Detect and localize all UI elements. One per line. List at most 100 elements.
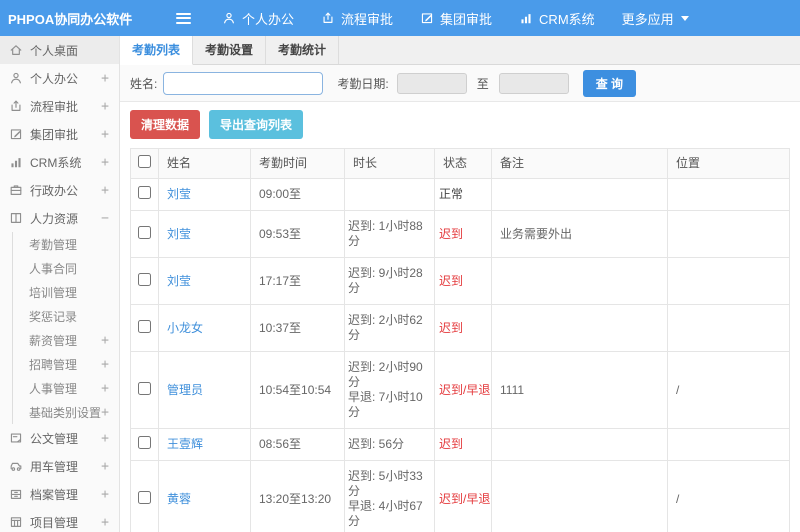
sidebar-item-human-resources[interactable]: 人力资源 −	[0, 204, 119, 232]
select-all-checkbox[interactable]	[138, 155, 151, 168]
nav-item-label: CRM系统	[539, 11, 595, 27]
row-checkbox[interactable]	[138, 319, 151, 333]
expand-toggle-icon[interactable]: +	[101, 183, 109, 198]
employee-name-link[interactable]: 刘莹	[167, 274, 191, 288]
sidebar-subitem-attendance-management[interactable]: 考勤管理	[13, 232, 119, 256]
sidebar-item-label: 个人办公	[30, 71, 79, 86]
sidebar-item-label: 公文管理	[30, 431, 79, 446]
sidebar-subitem-training-management[interactable]: 培训管理	[13, 280, 119, 304]
col-header-status: 状态	[434, 148, 492, 179]
expand-toggle-icon[interactable]: +	[101, 515, 109, 530]
nav-item-workflow-approval[interactable]: 流程审批	[321, 9, 393, 28]
expand-toggle-icon[interactable]: +	[101, 431, 109, 446]
nav-item-crm-system[interactable]: CRM系统	[519, 9, 595, 28]
cell-remark	[491, 428, 668, 461]
cell-attendance-time: 09:00至	[250, 178, 345, 211]
table-row: 黄蓉 13:20至13:20 迟到: 5小时33分 早退: 4小时67分 迟到/早退 /	[130, 460, 790, 532]
col-header-remark: 备注	[491, 148, 668, 179]
sidebar-item-group-approval[interactable]: 集团审批 +	[0, 120, 119, 148]
expand-toggle-icon[interactable]: +	[101, 357, 109, 372]
flow-icon	[9, 99, 23, 113]
cell-duration: 迟到: 2小时90分 早退: 7小时10分	[344, 351, 435, 429]
sidebar-item-workflow-approval[interactable]: 流程审批 +	[0, 92, 119, 120]
nav-item-more-apps[interactable]: 更多应用	[622, 9, 689, 28]
employee-name-link[interactable]: 管理员	[167, 383, 203, 397]
sidebar-item-project-management[interactable]: 项目管理 +	[0, 508, 119, 532]
user-icon	[9, 71, 23, 85]
name-filter-input[interactable]	[163, 71, 324, 95]
cell-remark	[491, 460, 668, 532]
date-from-input[interactable]	[396, 72, 467, 94]
cell-duration: 迟到: 9小时28分	[344, 257, 435, 305]
row-checkbox[interactable]	[138, 272, 151, 286]
sidebar-subitem-basic-category-settings[interactable]: 基础类别设置 +	[13, 400, 119, 424]
sidebar: 个人桌面 个人办公 + 流程审批 + 集团审批 + CRM系统 + 行政办公 + 人力资源 − 考勤管理…	[0, 36, 120, 532]
row-checkbox[interactable]	[138, 186, 151, 199]
sidebar-item-document-management[interactable]: 公文管理 +	[0, 424, 119, 452]
col-header-location: 位置	[667, 148, 790, 179]
sidebar-item-personal-office[interactable]: 个人办公 +	[0, 64, 119, 92]
sidebar-item-archive-management[interactable]: 档案管理 +	[0, 480, 119, 508]
sidebar-item-personal-desktop[interactable]: 个人桌面	[0, 36, 119, 64]
row-checkbox[interactable]	[138, 381, 151, 395]
expand-toggle-icon[interactable]: +	[101, 333, 109, 348]
sidebar-item-label: 行政办公	[30, 183, 79, 198]
sidebar-subitem-hr-contract[interactable]: 人事合同	[13, 256, 119, 280]
nav-item-personal-office[interactable]: 个人办公	[222, 9, 294, 28]
expand-toggle-icon[interactable]: +	[101, 459, 109, 474]
employee-name-link[interactable]: 小龙女	[167, 321, 203, 335]
expand-toggle-icon[interactable]: −	[101, 211, 109, 226]
sidebar-subitem-recruitment-management[interactable]: 招聘管理 +	[13, 352, 119, 376]
flow-icon	[321, 11, 335, 25]
tab-attendance-list[interactable]: 考勤列表	[120, 36, 194, 65]
cell-location	[667, 304, 790, 352]
sidebar-item-label: 个人桌面	[30, 43, 79, 58]
nav-item-group-approval[interactable]: 集团审批	[420, 9, 492, 28]
query-button[interactable]: 查 询	[582, 69, 637, 97]
nav-item-label: 更多应用	[621, 11, 674, 27]
employee-name-link[interactable]: 王壹辉	[167, 437, 203, 451]
sidebar-item-admin-office[interactable]: 行政办公 +	[0, 176, 119, 204]
expand-toggle-icon[interactable]: +	[101, 71, 109, 86]
home-icon	[9, 43, 23, 57]
sidebar-item-label: 项目管理	[30, 515, 79, 530]
tab-attendance-stats[interactable]: 考勤统计	[266, 36, 340, 64]
app-logo[interactable]: PHPOA协同办公软件	[0, 9, 132, 28]
table-body: 刘莹 09:00至 正常 刘莹 09:53至 迟到: 1小时88分 迟到 业务需要外出 刘莹 17…	[130, 178, 790, 532]
employee-name-link[interactable]: 刘莹	[167, 227, 191, 241]
cell-name: 刘莹	[158, 210, 251, 258]
cell-name: 刘莹	[158, 257, 251, 305]
expand-toggle-icon[interactable]: +	[101, 155, 109, 170]
cell-status: 正常	[434, 178, 492, 211]
sidebar-subitem-personnel-management[interactable]: 人事管理 +	[13, 376, 119, 400]
employee-name-link[interactable]: 黄蓉	[167, 492, 191, 506]
date-filter-label: 考勤日期:	[337, 76, 389, 91]
col-header-name: 姓名	[158, 148, 251, 179]
hamburger-menu-icon[interactable]	[172, 6, 195, 30]
sidebar-item-vehicle-management[interactable]: 用车管理 +	[0, 452, 119, 480]
row-checkbox[interactable]	[138, 436, 151, 449]
sidebar-item-label: 薪资管理	[29, 333, 78, 348]
cell-remark	[491, 178, 668, 211]
sidebar-subitem-salary-management[interactable]: 薪资管理 +	[13, 328, 119, 352]
sidebar-main-group: 个人桌面 个人办公 + 流程审批 + 集团审批 + CRM系统 + 行政办公 + 人力资源 −	[0, 36, 119, 232]
date-to-input[interactable]	[498, 72, 569, 94]
sidebar-item-label: 人事合同	[29, 261, 78, 276]
cell-status: 迟到/早退	[434, 460, 492, 532]
sidebar-subitem-reward-punishment-record[interactable]: 奖惩记录	[13, 304, 119, 328]
row-checkbox[interactable]	[138, 490, 151, 504]
employee-name-link[interactable]: 刘莹	[167, 187, 191, 201]
tab-attendance-setup[interactable]: 考勤设置	[193, 36, 267, 64]
clean-data-button[interactable]: 清理数据	[130, 110, 201, 139]
expand-toggle-icon[interactable]: +	[101, 381, 109, 396]
sidebar-item-crm-system[interactable]: CRM系统 +	[0, 148, 119, 176]
expand-toggle-icon[interactable]: +	[101, 127, 109, 142]
expand-toggle-icon[interactable]: +	[101, 99, 109, 114]
col-header-duration: 时长	[344, 148, 435, 179]
expand-toggle-icon[interactable]: +	[101, 487, 109, 502]
sidebar-bottom-group: 公文管理 + 用车管理 + 档案管理 + 项目管理 +	[0, 424, 119, 532]
row-checkbox[interactable]	[138, 225, 151, 239]
main-content: 考勤列表 考勤设置 考勤统计 姓名: 考勤日期: 至 查 询 清理数据 导出查询列表	[120, 36, 800, 532]
expand-toggle-icon[interactable]: +	[101, 405, 109, 420]
export-list-button[interactable]: 导出查询列表	[209, 110, 304, 139]
